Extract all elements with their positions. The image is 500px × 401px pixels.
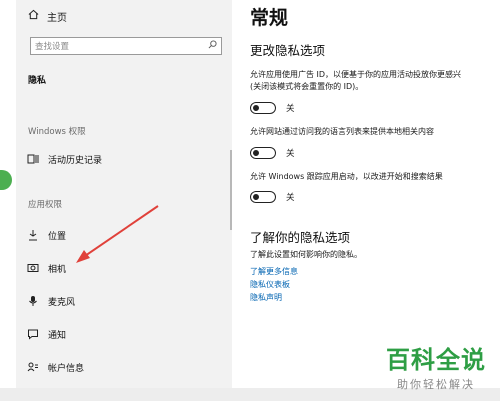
notification-label: 通知 [48, 330, 67, 341]
ad-id-toggle-row[interactable]: 关 [250, 101, 295, 115]
learn-privacy-desc: 了解此设置如何影响你的隐私。 [250, 250, 362, 259]
group-label-app: 应用权限 [28, 200, 63, 210]
sidebar-item-activity-history[interactable]: 活动历史记录 [26, 150, 102, 168]
search-input[interactable]: 查找设置 [30, 37, 222, 55]
option-ad-id-desc: 允许应用使用广告 ID，以便基于你的应用活动投放你更感兴 (关闭该模式将会重置你… [250, 69, 500, 93]
microphone-icon [26, 294, 40, 308]
home-icon [28, 9, 39, 23]
watermark-logo: 百科全说 助你轻松解决 [386, 340, 486, 392]
location-label: 位置 [48, 231, 67, 242]
option-language-desc: 允许网站通过访问我的语言列表来提供本地相关内容 [250, 127, 434, 136]
activity-history-icon [26, 152, 40, 166]
sidebar-item-camera[interactable]: 相机 [26, 259, 66, 277]
language-toggle-row[interactable]: 关 [250, 146, 295, 160]
sidebar: 主页 查找设置 隐私 Windows 权限 活动历史记录 应用权限 位置 相机 … [16, 0, 232, 401]
learn-more-link[interactable]: 了解更多信息 [250, 266, 298, 277]
search-icon [208, 40, 217, 52]
app-launch-toggle-state: 关 [286, 193, 295, 203]
home-label: 主页 [47, 12, 67, 24]
account-info-icon [26, 360, 40, 374]
activity-history-label: 活动历史记录 [48, 155, 103, 166]
privacy-dashboard-link[interactable]: 隐私仪表板 [250, 279, 290, 290]
ad-id-toggle[interactable] [250, 102, 276, 114]
privacy-statement-link[interactable]: 隐私声明 [250, 292, 282, 303]
account-info-label: 帐户信息 [48, 363, 85, 374]
sidebar-item-notification[interactable]: 通知 [26, 325, 66, 343]
notification-icon [26, 327, 40, 341]
watermark-main-text: 百科全说 [386, 346, 486, 374]
microphone-label: 麦克风 [48, 297, 76, 308]
nav-home[interactable]: 主页 [28, 6, 67, 26]
option-ad-id-line1: 允许应用使用广告 ID，以便基于你的应用活动投放你更感兴 [250, 70, 462, 79]
watermark-sub-text: 助你轻松解决 [397, 378, 475, 391]
ad-id-toggle-state: 关 [286, 104, 295, 114]
option-app-launch-desc: 允许 Windows 跟踪应用启动，以改进开始和搜索结果 [250, 172, 443, 181]
camera-label: 相机 [48, 264, 67, 275]
green-marker [0, 170, 12, 190]
sidebar-item-account-info[interactable]: 帐户信息 [26, 358, 84, 376]
group-label-windows: Windows 权限 [28, 127, 86, 137]
app-launch-toggle-row[interactable]: 关 [250, 190, 295, 204]
app-launch-toggle[interactable] [250, 191, 276, 203]
language-toggle-state: 关 [286, 149, 295, 159]
page-title: 常规 [250, 7, 289, 29]
search-placeholder: 查找设置 [35, 42, 70, 52]
language-toggle[interactable] [250, 147, 276, 159]
learn-privacy-heading: 了解你的隐私选项 [250, 230, 351, 245]
section-title-privacy: 隐私 [28, 76, 47, 86]
sidebar-item-location[interactable]: 位置 [26, 226, 66, 244]
sidebar-item-microphone[interactable]: 麦克风 [26, 292, 75, 310]
location-icon [26, 228, 40, 242]
change-privacy-heading: 更改隐私选项 [250, 43, 326, 58]
camera-icon [26, 261, 40, 275]
option-ad-id-line2: (关闭该模式将会重置你的 ID)。 [250, 82, 364, 91]
settings-window: 主页 查找设置 隐私 Windows 权限 活动历史记录 应用权限 位置 相机 … [0, 0, 500, 401]
